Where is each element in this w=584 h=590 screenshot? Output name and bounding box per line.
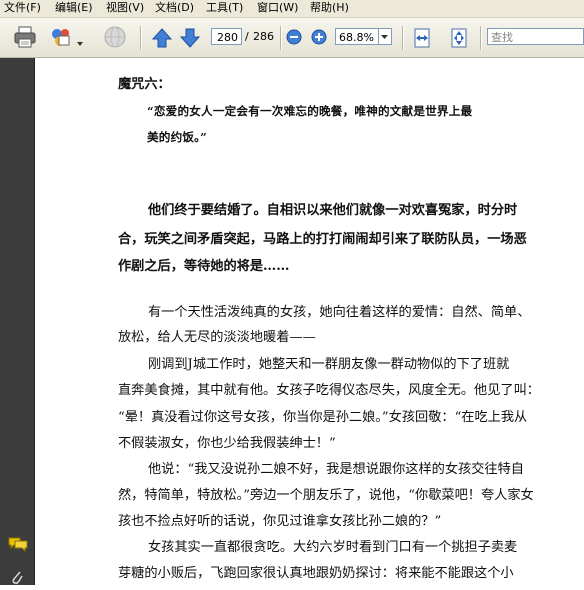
zoom-input[interactable]: 68.8% bbox=[335, 28, 379, 45]
menu-window[interactable]: 窗口(W) bbox=[257, 1, 298, 15]
toolbar: 280 / 286 68.8% 查找 bbox=[0, 18, 584, 58]
zoom-in-icon[interactable] bbox=[311, 29, 327, 49]
print-icon[interactable] bbox=[12, 24, 38, 54]
share-icon[interactable] bbox=[48, 24, 74, 54]
document-page: 魔咒六： “恋爱的女人一定会有一次难忘的晚餐，唯神的文献是世界上最 美的约饭。”… bbox=[35, 58, 584, 585]
menu-view[interactable]: 视图(V) bbox=[106, 1, 144, 15]
chevron-down-icon bbox=[381, 35, 388, 39]
body-line: 不假装淑女，你也少给我假装绅士！” bbox=[118, 436, 336, 451]
body-line: 孩也不捡点好听的话说，你见过谁拿女孩比孙二娘的？” bbox=[118, 514, 442, 529]
menu-help[interactable]: 帮助(H) bbox=[310, 1, 349, 15]
body-line: 女孩其实一直都很贪吃。大约六岁时看到门口有一个挑担子卖麦 bbox=[148, 540, 518, 555]
body-line: 有一个天性活泼纯真的女孩，她向往着这样的爱情：自然、简单、 bbox=[148, 305, 531, 320]
menu-bar: 文件(F) 编辑(E) 视图(V) 文档(D) 工具(T) 窗口(W) 帮助(H… bbox=[0, 0, 584, 18]
zoom-dropdown-button[interactable] bbox=[379, 28, 392, 45]
zoom-out-icon[interactable] bbox=[286, 29, 302, 49]
body-line: 刚调到J城工作时，她整天和一群朋友像一群动物似的下了班就 bbox=[148, 357, 510, 372]
quote-line: 美的约饭。” bbox=[147, 130, 208, 144]
intro-line: 合，玩笑之间矛盾突起，马路上的打打闹闹却引来了联防队员，一场恶 bbox=[118, 232, 527, 247]
body-line: 芽糖的小贩后，飞跑回家很认真地跟奶奶探讨：将来能不能跟这个小 bbox=[118, 566, 514, 581]
body-line: 放松，给人无尽的淡淡地暖着—— bbox=[118, 330, 316, 345]
section-heading: 魔咒六： bbox=[118, 77, 171, 92]
navigation-sidebar bbox=[0, 58, 35, 585]
menu-document[interactable]: 文档(D) bbox=[155, 1, 194, 15]
menu-edit[interactable]: 编辑(E) bbox=[55, 1, 93, 15]
fit-width-icon[interactable] bbox=[411, 27, 433, 53]
intro-line: 他们终于要结婚了。自相识以来他们就像一对欢喜冤家，时分时 bbox=[148, 203, 518, 218]
fit-page-icon[interactable] bbox=[448, 27, 470, 53]
attachment-icon[interactable] bbox=[10, 570, 24, 590]
web-icon bbox=[102, 24, 128, 54]
menu-tools[interactable]: 工具(T) bbox=[206, 1, 243, 15]
search-input[interactable]: 查找 bbox=[487, 28, 584, 45]
page-separator: / bbox=[245, 30, 249, 43]
comments-icon[interactable] bbox=[8, 536, 28, 556]
up-arrow-icon[interactable] bbox=[151, 27, 173, 53]
body-line: 他说：“我又没说孙二娘不好，我是想说跟你这样的女孩交往特自 bbox=[148, 462, 524, 477]
menu-file[interactable]: 文件(F) bbox=[4, 1, 41, 15]
body-line: 然，特简单，特放松。”旁边一个朋友乐了，说他，“你歇菜吧！夸人家女 bbox=[118, 488, 534, 503]
page-total: 286 bbox=[253, 30, 274, 43]
body-line: 直奔美食摊，其中就有他。女孩子吃得仪态尽失，风度全无。他见了叫： bbox=[118, 383, 540, 398]
down-arrow-icon[interactable] bbox=[179, 27, 201, 53]
quote-line: “恋爱的女人一定会有一次难忘的晚餐，唯神的文献是世界上最 bbox=[147, 104, 473, 118]
body-line: “晕！真没看过你这号女孩，你当你是孙二娘。”女孩回敬：“在吃上我从 bbox=[118, 410, 528, 425]
chevron-down-icon[interactable] bbox=[77, 32, 83, 51]
intro-line: 作剧之后，等待她的将是…… bbox=[118, 259, 290, 274]
page-number-input[interactable]: 280 bbox=[211, 28, 242, 45]
